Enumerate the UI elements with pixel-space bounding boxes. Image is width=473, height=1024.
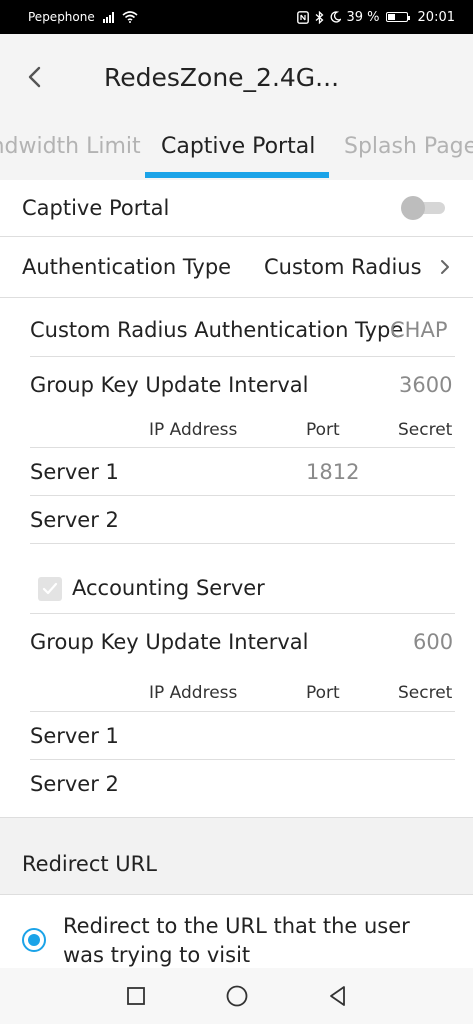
battery-percent: 39 %	[346, 9, 380, 25]
status-bar: Pepephone 39 % 20:01	[0, 0, 473, 34]
port-header: Port	[306, 683, 340, 703]
tab-splash-page[interactable]: Splash Page	[344, 134, 473, 159]
status-time: 20:01	[417, 9, 455, 25]
moon-icon	[330, 11, 341, 23]
back-button[interactable]	[0, 34, 70, 120]
accounting-server-label: Accounting Server	[72, 576, 265, 600]
authentication-type-value: Custom Radius	[264, 255, 422, 279]
divider	[0, 236, 473, 237]
radio-dot	[28, 934, 40, 946]
back-nav-button[interactable]	[324, 982, 352, 1010]
captive-portal-label: Captive Portal	[22, 196, 170, 220]
accounting-group-key-row[interactable]: Group Key Update Interval 600	[0, 615, 473, 669]
group-key-interval-label: Group Key Update Interval	[30, 373, 309, 397]
battery-icon	[385, 12, 410, 22]
tab-bandwidth-limit[interactable]: Bandwidth Limit	[0, 134, 141, 159]
ip-address-header: IP Address	[149, 420, 238, 440]
divider	[30, 356, 455, 357]
carrier-name: Pepephone	[28, 10, 95, 24]
redirect-option-line-2: was trying to visit	[63, 943, 251, 967]
status-right: 39 % 20:01	[296, 9, 455, 25]
divider	[30, 711, 455, 712]
radius-auth-type-value: CHAP	[390, 318, 448, 342]
radius-auth-type-label: Custom Radius Authentication Type	[30, 318, 404, 342]
chevron-left-icon	[28, 66, 41, 88]
divider	[0, 297, 473, 298]
accounting-server-checkbox[interactable]	[38, 577, 62, 601]
active-tab-indicator	[145, 172, 329, 178]
wifi-icon	[122, 11, 138, 23]
group-key-interval-label: Group Key Update Interval	[30, 630, 309, 654]
home-button[interactable]	[223, 982, 251, 1010]
nfc-icon	[296, 10, 309, 24]
group-key-interval-value: 3600	[399, 373, 453, 397]
accounting-server-2-row[interactable]: Server 2	[0, 761, 473, 807]
tab-bar: Bandwidth Limit Captive Portal Splash Pa…	[0, 120, 473, 180]
page-title: RedesZone_2.4G...	[104, 62, 340, 92]
home-icon	[226, 985, 248, 1007]
system-nav-bar	[0, 968, 473, 1024]
check-icon	[42, 582, 58, 595]
server-label: Server 2	[30, 772, 119, 796]
redirect-original-url-radio[interactable]	[22, 928, 46, 952]
captive-portal-toggle[interactable]	[401, 196, 445, 220]
port-header: Port	[306, 420, 340, 440]
divider	[30, 495, 455, 496]
radius-server-1-row[interactable]: Server 1 1812	[0, 449, 473, 495]
radius-server-2-row[interactable]: Server 2	[0, 497, 473, 543]
redirect-option-line-1: Redirect to the URL that the user	[63, 914, 410, 938]
recent-apps-button[interactable]	[122, 982, 150, 1010]
secret-header: Secret	[398, 683, 453, 703]
toggle-knob	[401, 196, 425, 220]
redirect-url-header: Redirect URL	[0, 818, 473, 894]
bluetooth-icon	[315, 10, 323, 24]
server-label: Server 1	[30, 460, 119, 484]
group-key-interval-row[interactable]: Group Key Update Interval 3600	[0, 358, 473, 412]
server-label: Server 2	[30, 508, 119, 532]
back-triangle-icon	[330, 986, 345, 1006]
divider	[30, 759, 455, 760]
redirect-url-title: Redirect URL	[22, 852, 157, 876]
server-port-value[interactable]: 1812	[306, 460, 359, 484]
chevron-right-icon	[441, 260, 449, 274]
recent-apps-icon	[127, 987, 145, 1005]
secret-header: Secret	[398, 420, 453, 440]
divider	[30, 613, 455, 614]
ip-address-header: IP Address	[149, 683, 238, 703]
divider	[30, 543, 455, 544]
group-key-interval-value: 600	[413, 630, 454, 654]
carrier-group: Pepephone	[28, 10, 138, 24]
accounting-server-1-row[interactable]: Server 1	[0, 713, 473, 759]
authentication-type-row[interactable]: Authentication Type Custom Radius	[0, 238, 473, 296]
tab-captive-portal[interactable]: Captive Portal	[161, 134, 315, 159]
divider	[30, 447, 455, 448]
radius-auth-type-row[interactable]: Custom Radius Authentication Type CHAP	[0, 303, 473, 357]
authentication-type-label: Authentication Type	[22, 255, 232, 279]
signal-icon	[102, 11, 114, 23]
app-bar: RedesZone_2.4G...	[0, 34, 473, 120]
divider	[0, 894, 473, 895]
server-label: Server 1	[30, 724, 119, 748]
